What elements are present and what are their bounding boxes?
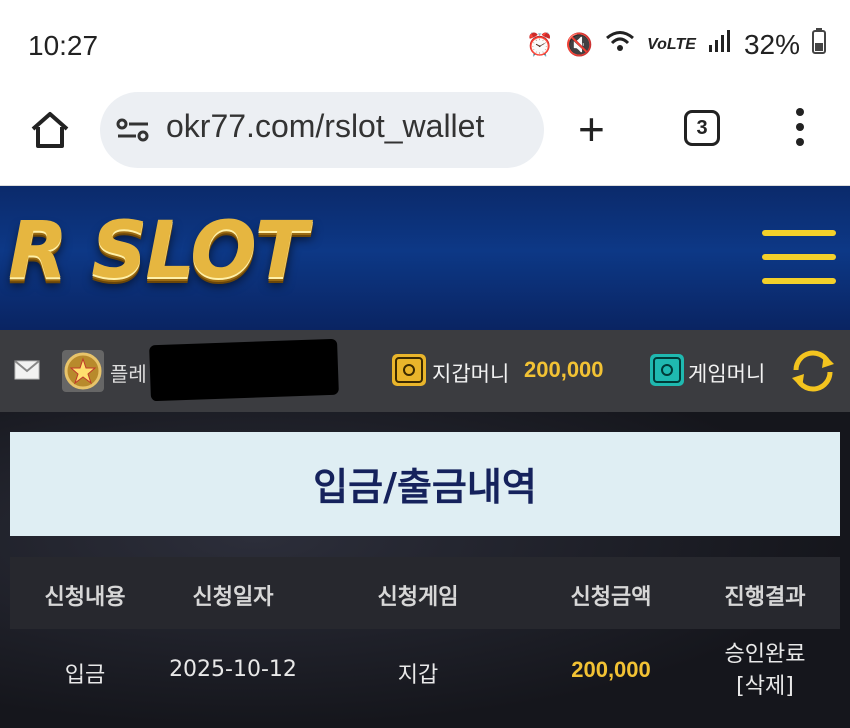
site-header: R SLOT — [0, 186, 850, 330]
browser-menu-button[interactable] — [794, 108, 806, 152]
browser-toolbar: okr77.com/rslot_wallet + 3 — [0, 92, 850, 186]
table-row: 입금 2025-10-12 지갑 200,000 승인완료 [삭제] — [10, 629, 840, 728]
username: 플레 — [110, 362, 147, 386]
signal-icon — [708, 29, 732, 61]
game-money-icon — [650, 354, 684, 386]
mail-icon[interactable] — [14, 360, 40, 380]
volte-label: VoLTE — [647, 36, 696, 53]
home-icon — [31, 112, 69, 148]
column-header: 신청내용 — [44, 585, 126, 610]
main-content: 입금/출금내역 신청내용 신청일자 신청게임 신청금액 진행결과 입금 2025… — [0, 412, 850, 728]
status-time: 10:27 — [28, 30, 99, 61]
delete-button[interactable]: [삭제] — [700, 671, 830, 703]
site-settings-icon[interactable] — [116, 116, 150, 144]
status-bar: 10:27 ⏰ 🔇 VoLTE 32% — [0, 0, 850, 92]
column-header: 신청게임 — [377, 585, 459, 610]
row-type: 입금 — [64, 663, 106, 688]
column-header: 신청일자 — [192, 585, 274, 610]
row-game: 지갑 — [397, 663, 439, 688]
hamburger-menu-button[interactable] — [762, 230, 836, 288]
home-button[interactable] — [28, 108, 72, 152]
page-title: 입금/출금내역 — [313, 465, 537, 509]
row-date: 2025-10-12 — [169, 657, 297, 682]
battery-percent: 32% — [743, 29, 800, 60]
tab-count-button[interactable]: 3 — [684, 110, 720, 146]
mute-icon: 🔇 — [565, 32, 594, 57]
title-banner: 입금/출금내역 — [10, 432, 840, 536]
row-result: 승인완료 [삭제] — [700, 639, 830, 703]
redaction-mark — [149, 338, 339, 402]
wallet-money-value: 200,000 — [524, 357, 604, 382]
site-logo[interactable]: R SLOT — [8, 206, 308, 296]
row-amount: 200,000 — [571, 657, 651, 682]
new-tab-button[interactable]: + — [578, 106, 605, 152]
rank-badge-icon — [62, 350, 104, 392]
wallet-icon — [392, 354, 426, 386]
column-header: 신청금액 — [570, 585, 652, 610]
refresh-icon[interactable] — [788, 348, 838, 394]
battery-icon — [812, 28, 826, 62]
row-status: 승인완료 — [724, 642, 806, 667]
game-money-label: 게임머니 — [688, 362, 766, 386]
column-header: 진행결과 — [724, 585, 806, 610]
table-header: 신청내용 신청일자 신청게임 신청금액 진행결과 — [10, 557, 840, 629]
wallet-money-label: 지갑머니 — [432, 362, 510, 386]
wifi-icon — [605, 29, 635, 61]
alarm-icon: ⏰ — [526, 32, 554, 57]
status-icons: ⏰ 🔇 VoLTE 32% — [526, 28, 826, 62]
address-bar[interactable]: okr77.com/rslot_wallet — [100, 92, 544, 168]
url-text[interactable]: okr77.com/rslot_wallet — [166, 108, 484, 145]
user-info-bar: 플레 지갑머니 200,000 게임머니 — [0, 330, 850, 412]
